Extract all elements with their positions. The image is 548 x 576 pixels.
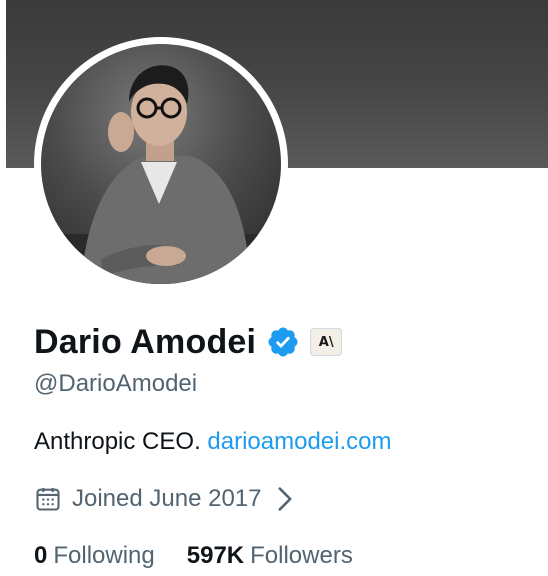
chevron-right-icon	[278, 487, 291, 511]
followers-count: 597K	[186, 542, 245, 569]
joined-date: Joined June 2017	[72, 485, 262, 512]
following-label: Following	[53, 542, 155, 569]
bio-text: Anthropic CEO.	[34, 428, 208, 455]
avatar[interactable]	[41, 44, 281, 284]
avatar-photo	[41, 65, 281, 284]
joined-date-row[interactable]: Joined June 2017	[34, 485, 294, 513]
calendar-icon	[36, 487, 60, 511]
bio-link[interactable]: darioamodei.com	[207, 428, 391, 455]
profile-handle: @DarioAmodei	[34, 370, 198, 397]
profile-bio: Anthropic CEO. darioamodei.com	[34, 428, 392, 456]
verified-badge-icon[interactable]	[266, 325, 300, 359]
followers-label: Followers	[250, 542, 353, 569]
followers-link[interactable]: 597K Followers	[187, 542, 353, 570]
following-link[interactable]: 0 Following	[34, 542, 155, 570]
affiliate-badge[interactable]: A\	[310, 328, 343, 356]
profile-name-row: Dario Amodei A\	[34, 320, 343, 364]
profile-name: Dario Amodei	[34, 323, 257, 361]
following-count: 0	[34, 542, 48, 569]
follow-stats: 0 Following 597K Followers	[34, 542, 353, 570]
